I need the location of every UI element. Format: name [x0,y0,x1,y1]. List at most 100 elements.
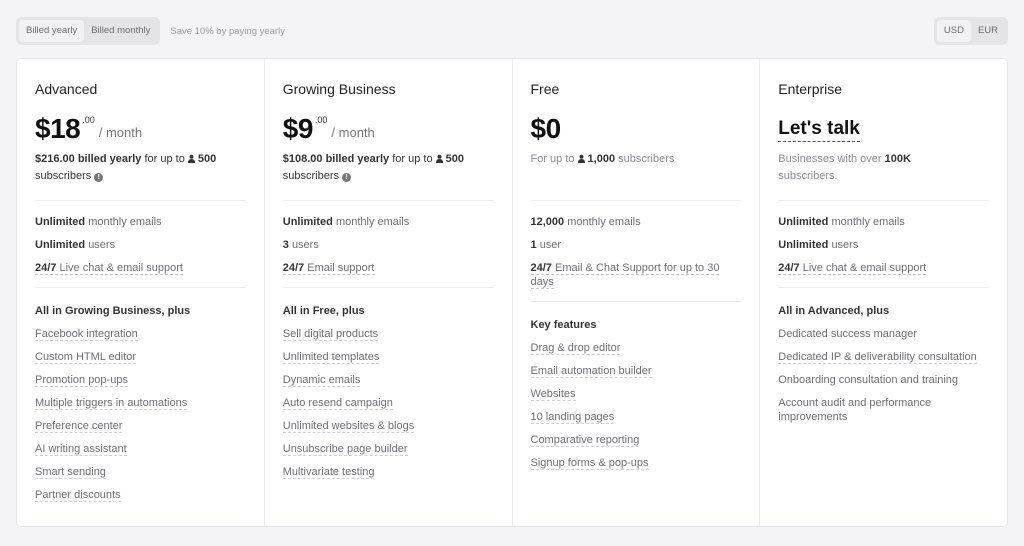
subscribers-count: 500 [445,153,464,165]
feature-item[interactable]: Multivariate testing [282,465,494,479]
usd-button[interactable]: USD [936,20,971,42]
limit-item: Unlimited monthly emails [282,216,410,228]
eur-button[interactable]: EUR [971,20,1005,42]
feature-item: Dedicated success manager [778,328,918,340]
price-amount: $0 [530,113,562,144]
limit-item: Unlimited monthly emails [778,216,905,228]
features-heading: Key features [530,319,597,331]
feature-item[interactable]: Signup forms & pop-ups [530,456,742,470]
plan-card-enterprise: Enterprise Let's talk Businesses with ov… [760,59,1007,526]
feature-item[interactable]: Preference center [35,419,246,433]
feature-item[interactable]: 10 landing pages [530,410,742,424]
desc-bold: 100K [884,153,911,165]
feature-item[interactable]: Sell digital products [282,327,494,341]
feature-item[interactable]: Unlimited websites & blogs [282,419,494,433]
divider [282,287,494,288]
feature-item: Account audit and performance improvemen… [778,397,932,423]
plan-card-advanced: Advanced $18 .00 / month $216.00 billed … [17,59,265,526]
feature-item[interactable]: Dynamic emails [282,373,494,387]
feature-item[interactable]: Websites [530,387,742,401]
limit-item[interactable]: 24/7 Live chat & email support [35,261,246,275]
divider [530,301,742,302]
plan-name: Growing Business [282,81,396,97]
feature-item[interactable]: Comparative reporting [530,433,742,447]
divider [778,287,989,288]
subscribers-label: subscribers [35,169,92,182]
limits-list: Unlimited monthly emails Unlimited users… [35,201,246,287]
price: $9 .00 / month [283,113,494,145]
pricing-cards: Advanced $18 .00 / month $216.00 billed … [16,58,1008,527]
price: Let's talk [778,113,989,145]
for-up-to-text: for up to [392,153,433,165]
feature-item[interactable]: AI writing assistant [35,442,246,456]
feature-item[interactable]: Promotion pop-ups [35,373,246,387]
user-icon [435,154,443,163]
save-note: Save 10% by paying yearly [170,25,285,37]
currency-toggle: USD EUR [933,17,1008,45]
price-amount: $9 [282,113,314,144]
limit-item[interactable]: 24/7 Email & Chat Support for up to 30 d… [530,261,742,289]
billing-description: For up to 1,000 subscribers [531,151,742,185]
plan-card-growing-business: Growing Business $9 .00 / month $108.00 … [265,59,513,526]
price-period: / month [331,125,375,140]
billing-description: Businesses with over 100K subscribers. [778,151,989,185]
lets-talk-link[interactable]: Let's talk [778,115,860,142]
price-amount: $18 [35,113,81,144]
subscribers-count: 1,000 [587,153,616,165]
subscribers-label: subscribers [282,169,339,182]
price: $0 [531,113,742,145]
limits-list: Unlimited monthly emails Unlimited users… [778,201,989,287]
feature-item[interactable]: Multiple triggers in automations [35,396,246,410]
user-icon [187,154,195,163]
limit-item[interactable]: 24/7 Live chat & email support [778,261,989,275]
feature-item[interactable]: Email automation builder [530,364,742,378]
limits-list: Unlimited monthly emails 3 users 24/7 Em… [282,201,494,287]
feature-item[interactable]: Custom HTML editor [35,350,246,364]
feature-item[interactable]: Unsubscribe page builder [282,442,494,456]
feature-item[interactable]: Smart sending [35,465,246,479]
feature-item: Onboarding consultation and training [778,374,959,386]
limit-item: Unlimited users [35,239,116,251]
feature-item[interactable]: Dedicated IP & deliverability consultati… [778,350,989,364]
limit-item: Unlimited users [778,239,859,251]
subscribers-count: 500 [197,153,217,165]
price-cents: .00 [314,115,328,125]
feature-item[interactable]: Drag & drop editor [530,341,742,355]
feature-item[interactable]: Unlimited templates [282,350,494,364]
features-heading: All in Growing Business, plus [35,305,191,317]
feature-item[interactable]: Partner discounts [35,488,246,502]
feature-item[interactable]: Facebook integration [35,327,246,341]
billed-monthly-button[interactable]: Billed monthly [84,20,157,42]
feature-item[interactable]: Auto resend campaign [282,396,494,410]
info-icon[interactable]: ! [342,172,351,182]
divider [35,287,246,288]
limit-item: Unlimited monthly emails [35,216,162,228]
billing-description: $108.00 billed yearly for up to 500 subsc… [283,151,494,185]
limit-item[interactable]: 24/7 Email support [282,261,494,275]
desc-prefix: Businesses with over [778,153,882,165]
limit-item: 12,000 monthly emails [530,216,641,228]
price-period: / month [98,125,143,140]
limit-item: 1 user [530,239,562,251]
features-heading: All in Advanced, plus [778,305,890,317]
desc-suffix: subscribers. [778,169,838,182]
for-up-to-text: for up to [144,153,185,165]
for-up-to-text: For up to [530,153,575,165]
price-cents: .00 [82,115,95,125]
features-heading: All in Free, plus [282,305,365,317]
limit-item: 3 users [282,239,319,251]
billed-yearly-button[interactable]: Billed yearly [19,20,85,42]
top-bar: Billed yearly Billed monthly Save 10% by… [16,17,1008,45]
info-icon[interactable]: ! [94,172,104,182]
subscribers-label: subscribers [618,153,675,165]
limits-list: 12,000 monthly emails 1 user 24/7 Email … [530,201,742,301]
user-icon [577,154,585,163]
billed-amount: $108.00 billed yearly [282,153,390,165]
plan-card-free: Free $0 For up to 1,000 subscribers 12,00… [513,59,761,526]
plan-name: Free [530,81,560,97]
price: $18 .00 / month [35,113,246,145]
billing-description: $216.00 billed yearly for up to 500 subsc… [35,151,246,185]
billed-amount: $216.00 billed yearly [35,153,142,165]
billing-toggle: Billed yearly Billed monthly [16,17,161,45]
plan-name: Advanced [35,81,98,97]
